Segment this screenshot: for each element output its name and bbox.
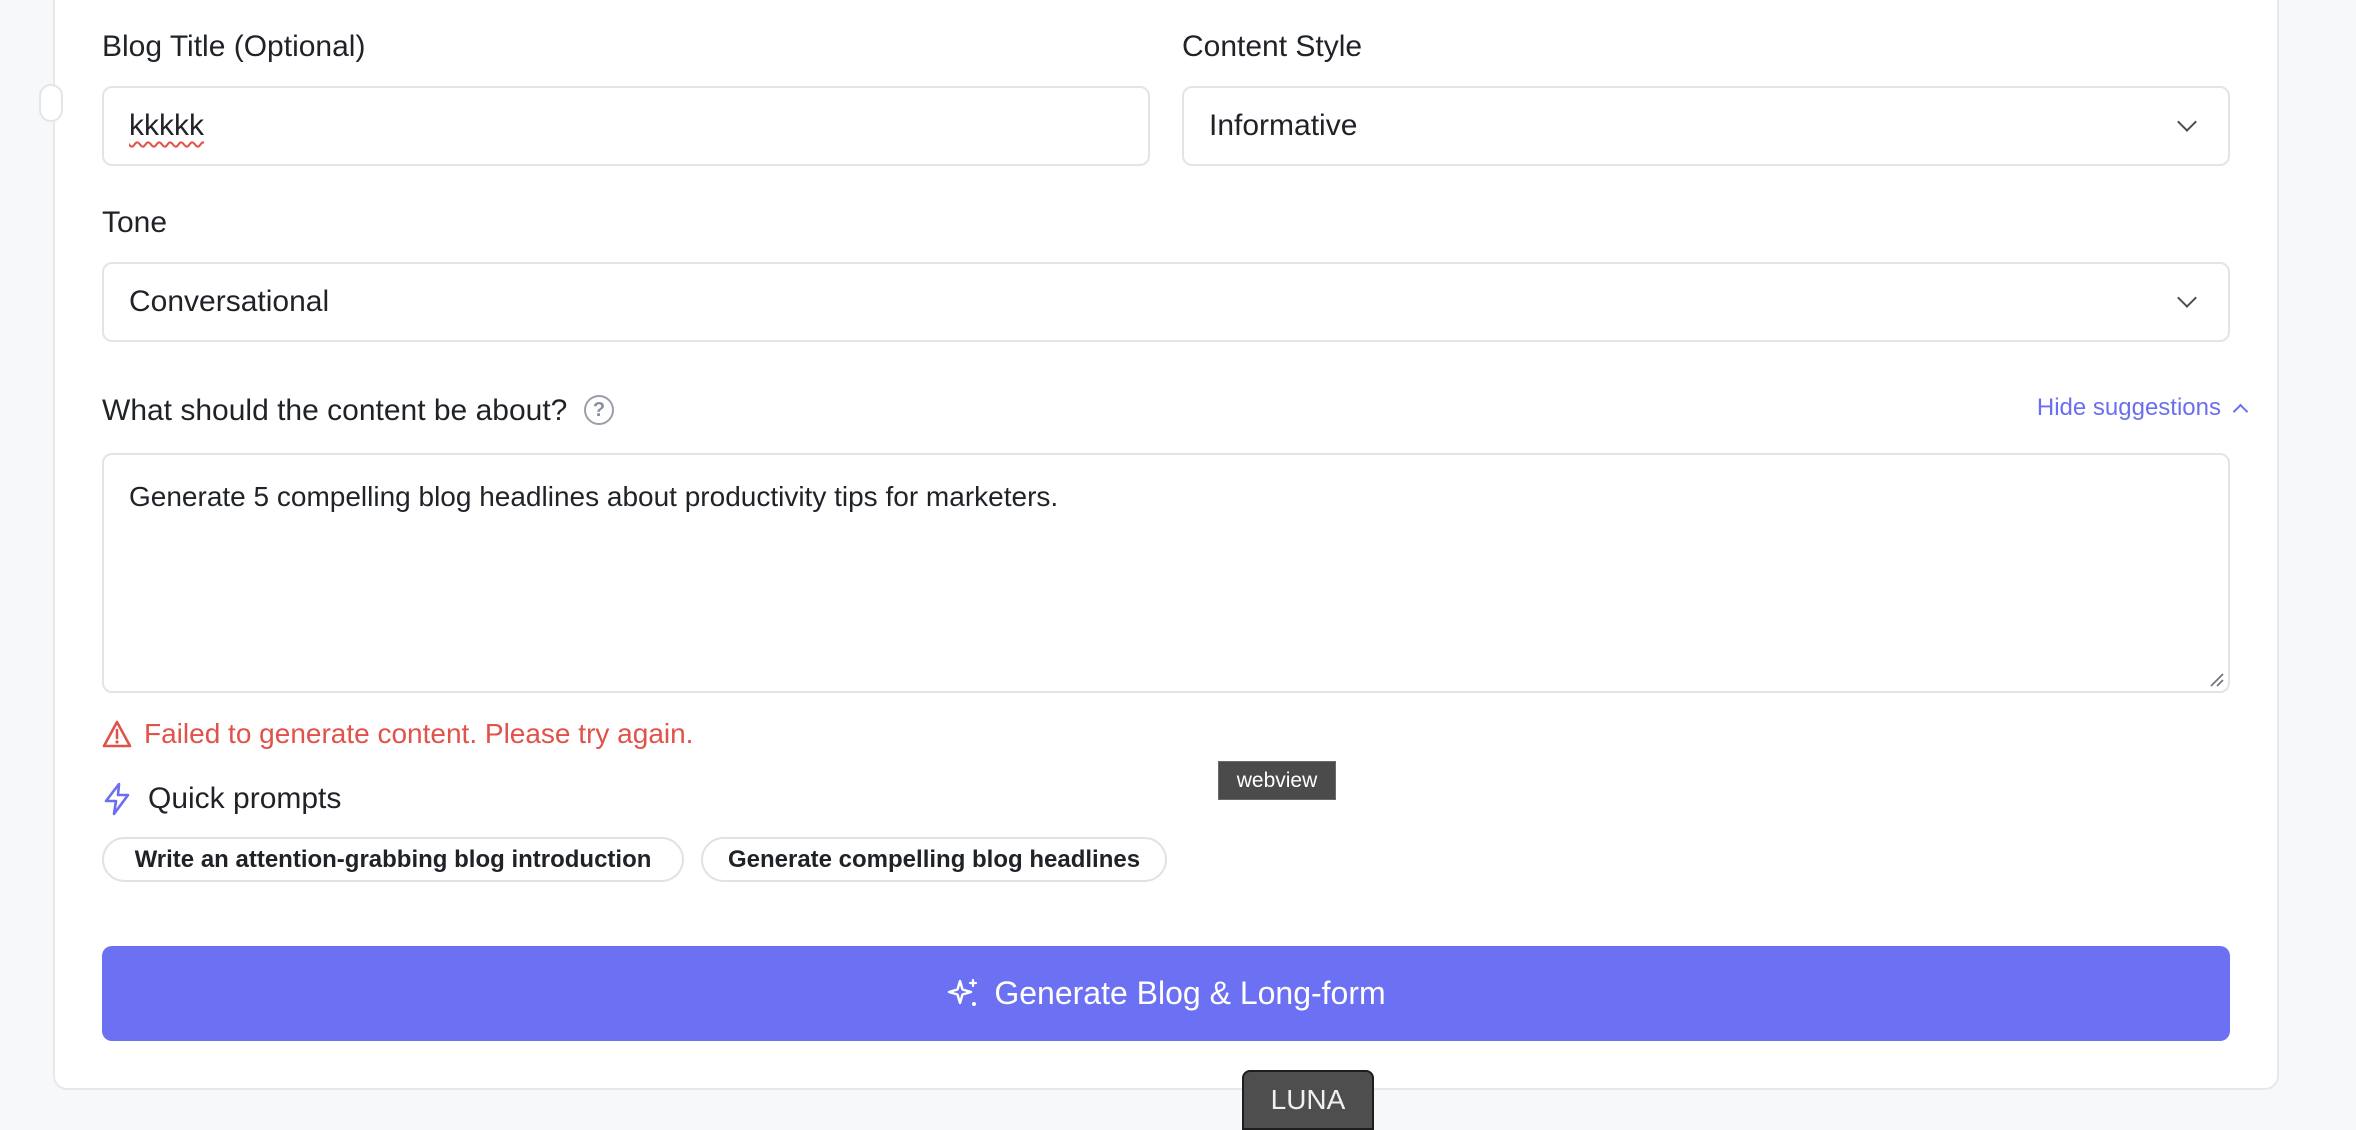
blog-title-label: Blog Title (Optional) <box>102 30 366 63</box>
content-style-select[interactable]: Informative <box>1182 86 2230 166</box>
blog-title-input[interactable]: kkkkk <box>102 86 1150 166</box>
hide-suggestions-label: Hide suggestions <box>2036 394 2221 421</box>
error-message: Failed to generate content. Please try a… <box>102 718 693 750</box>
warning-triangle-icon <box>102 720 132 748</box>
content-style-label: Content Style <box>1182 30 1363 63</box>
hide-suggestions-button[interactable]: Hide suggestions <box>2036 394 2249 422</box>
tone-select[interactable]: Conversational <box>102 262 2230 342</box>
webview-tooltip: webview <box>1218 761 1336 800</box>
tone-value: Conversational <box>129 285 330 318</box>
quick-prompts-header: Quick prompts <box>102 782 341 816</box>
tone-label: Tone <box>102 206 168 239</box>
question-circle-icon[interactable]: ? <box>584 395 614 425</box>
blog-title-value: kkkkk <box>129 109 204 142</box>
content-style-value: Informative <box>1209 109 1358 142</box>
sparkle-icon <box>948 978 978 1006</box>
quick-prompt-chip-label: Generate compelling blog headlines <box>727 845 1141 873</box>
chevron-down-icon <box>2177 288 2197 308</box>
quick-prompt-chip-label: Write an attention-grabbing blog introdu… <box>134 845 652 873</box>
content-about-text: Generate 5 compelling blog headlines abo… <box>129 481 1059 512</box>
chevron-down-icon <box>2177 112 2197 132</box>
lightning-bolt-icon <box>104 782 130 816</box>
error-text: Failed to generate content. Please try a… <box>144 718 694 749</box>
sidebar-toggle[interactable] <box>39 84 63 122</box>
content-about-label: What should the content be about? <box>102 394 568 427</box>
content-about-textarea[interactable]: Generate 5 compelling blog headlines abo… <box>102 453 2230 693</box>
resize-grip-icon[interactable] <box>2208 671 2224 687</box>
quick-prompt-chip[interactable]: Generate compelling blog headlines <box>701 837 1167 882</box>
generate-button[interactable]: Generate Blog & Long-form <box>102 946 2230 1041</box>
help-glyph: ? <box>592 398 606 421</box>
luna-tab[interactable]: LUNA <box>1242 1070 1374 1130</box>
generate-button-label: Generate Blog & Long-form <box>994 975 1386 1011</box>
chevron-up-icon <box>2232 403 2249 419</box>
quick-prompt-chip[interactable]: Write an attention-grabbing blog introdu… <box>102 837 684 882</box>
quick-prompts-title: Quick prompts <box>148 782 342 815</box>
